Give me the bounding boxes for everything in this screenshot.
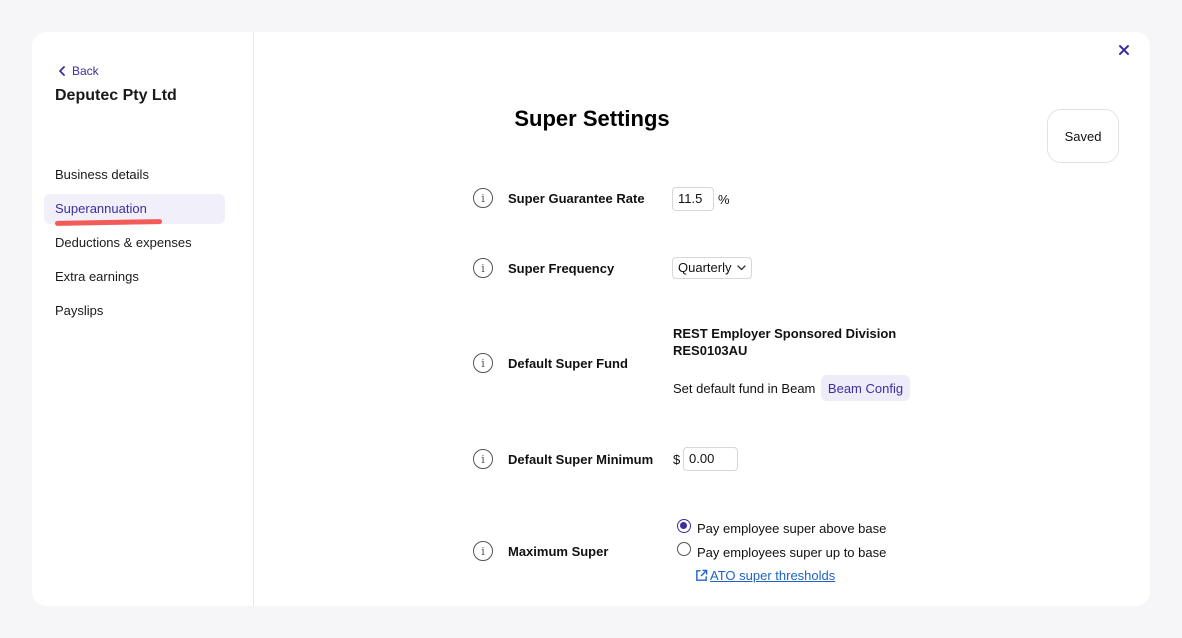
maximum-super-label: Maximum Super	[508, 544, 609, 559]
info-icon[interactable]: i	[473, 258, 493, 278]
chevron-down-icon	[737, 265, 746, 271]
guarantee-rate-value: 11.5	[678, 191, 703, 206]
sidebar: Back Deputec Pty Ltd Business details Su…	[32, 32, 254, 606]
guarantee-rate-label: Super Guarantee Rate	[508, 191, 645, 206]
fund-name: REST Employer Sponsored Division RES0103…	[673, 325, 896, 359]
saved-status-label: Saved	[1064, 128, 1102, 144]
info-icon[interactable]: i	[473, 541, 493, 561]
sidebar-item-business-details[interactable]: Business details	[44, 160, 225, 190]
ato-thresholds-link[interactable]: ATO super thresholds	[695, 568, 835, 583]
fund-hint-text: Set default fund in Beam	[673, 381, 816, 396]
info-icon[interactable]: i	[473, 188, 493, 208]
sidebar-item-superannuation[interactable]: Superannuation	[44, 194, 225, 226]
saved-status-badge: Saved	[1047, 109, 1119, 163]
fund-code: RES0103AU	[673, 343, 748, 358]
info-icon[interactable]: i	[473, 449, 493, 469]
highlight-underline	[54, 219, 163, 226]
info-icon[interactable]: i	[473, 353, 493, 373]
percent-suffix: %	[718, 192, 730, 207]
frequency-label: Super Frequency	[508, 261, 615, 276]
radio-up-to-base[interactable]	[677, 542, 691, 556]
default-minimum-input[interactable]: 0.00	[683, 447, 738, 471]
radio-above-base[interactable]	[677, 519, 691, 533]
fund-title: REST Employer Sponsored Division	[673, 326, 897, 341]
frequency-select[interactable]: Quarterly	[672, 257, 752, 279]
sidebar-item-label: Superannuation	[55, 201, 147, 216]
sidebar-item-deductions-expenses[interactable]: Deductions & expenses	[44, 228, 225, 258]
beam-config-button[interactable]: Beam Config	[821, 375, 910, 401]
dollar-prefix: $	[673, 452, 681, 467]
back-label: Back	[72, 64, 99, 78]
settings-window: Back Deputec Pty Ltd Business details Su…	[32, 32, 1150, 606]
sidebar-nav: Business details Superannuation Deductio…	[44, 160, 225, 330]
sidebar-item-payslips[interactable]: Payslips	[44, 296, 225, 326]
external-link-icon	[696, 569, 708, 581]
sidebar-item-label: Extra earnings	[55, 269, 139, 284]
default-fund-label: Default Super Fund	[508, 356, 628, 371]
sidebar-item-label: Business details	[55, 167, 149, 182]
radio-above-base-label: Pay employee super above base	[697, 521, 887, 536]
frequency-value: Quarterly	[678, 260, 732, 275]
sidebar-item-label: Payslips	[55, 303, 104, 318]
ato-thresholds-label: ATO super thresholds	[710, 568, 836, 583]
back-link[interactable]: Back	[58, 64, 99, 78]
company-name: Deputec Pty Ltd	[55, 87, 177, 104]
page-title: Super Settings	[514, 106, 670, 131]
chevron-left-icon	[59, 66, 65, 76]
default-minimum-value: 0.00	[689, 451, 715, 466]
sidebar-item-label: Deductions & expenses	[55, 235, 192, 250]
beam-config-label: Beam Config	[827, 380, 904, 396]
close-icon[interactable]	[1116, 42, 1132, 58]
guarantee-rate-input[interactable]: 11.5	[672, 187, 714, 211]
sidebar-item-extra-earnings[interactable]: Extra earnings	[44, 262, 225, 292]
radio-up-to-base-label: Pay employees super up to base	[697, 545, 887, 560]
default-minimum-label: Default Super Minimum	[508, 452, 654, 467]
